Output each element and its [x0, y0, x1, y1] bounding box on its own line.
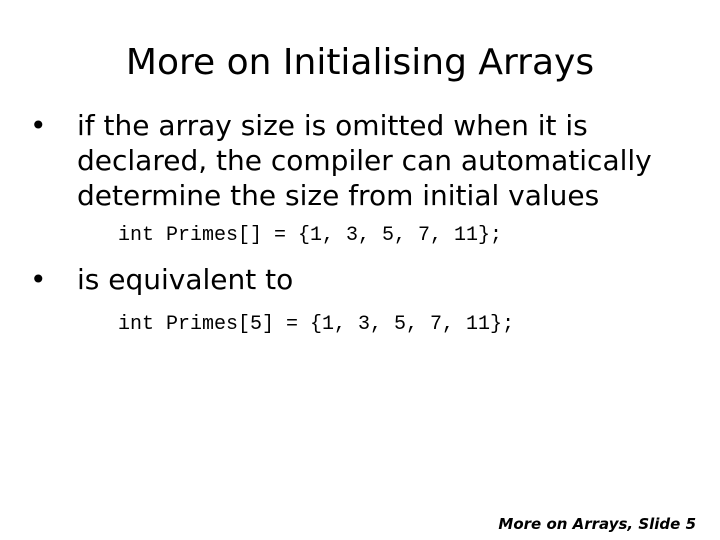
bullet-text: if the array size is omitted when it is …: [77, 108, 652, 213]
code-example-sized: int Primes[5] = {1, 3, 5, 7, 11};: [118, 313, 515, 336]
bullet-text: is equivalent to: [77, 262, 293, 297]
bullet-line: declared, the compiler can automatically: [77, 144, 652, 177]
bullet-line: is equivalent to: [77, 263, 294, 296]
code-example-unsized: int Primes[] = {1, 3, 5, 7, 11};: [118, 224, 503, 247]
bullet-line: if the array size is omitted when it is: [77, 109, 588, 142]
bullet-marker: •: [30, 263, 47, 296]
bullet-line: determine the size from initial values: [77, 179, 600, 212]
bullet-marker: •: [30, 109, 47, 142]
slide-footer: More on Arrays, Slide 5: [498, 515, 696, 533]
slide-title: More on Initialising Arrays: [125, 42, 595, 83]
